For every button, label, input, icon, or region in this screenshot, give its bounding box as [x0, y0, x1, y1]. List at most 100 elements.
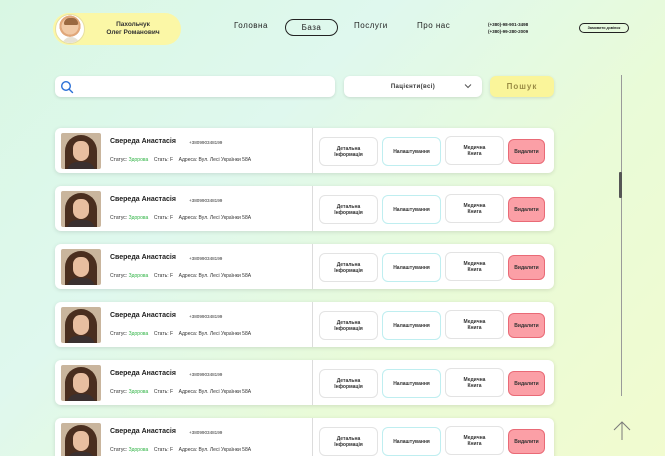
sex-label: Стать: — [153, 331, 169, 337]
address-label: Адреса: — [178, 215, 198, 221]
patient-details: Статус: Здорова Стать: F Адреса: Вул. Ле… — [110, 157, 251, 163]
patient-card: Свереда Анастасія +380990348199 Статус: … — [55, 244, 554, 289]
contact-phones: (+380)-98-901-3498 (+380)-99-280-2009 — [488, 21, 528, 35]
nav-about[interactable]: Про нас — [417, 21, 450, 30]
phone-number-2: (+380)-99-280-2009 — [488, 29, 529, 34]
patient-name: Свереда Анастасія — [110, 370, 176, 377]
patient-phone: +380990348199 — [189, 140, 223, 145]
address-value: Вул. Лесі Українки 58А — [198, 273, 252, 279]
row-divider — [312, 244, 313, 289]
patient-name: Свереда Анастасія — [110, 254, 176, 261]
patient-card: Свереда Анастасія +380990348199 Статус: … — [55, 418, 554, 456]
status-label: Статус: — [110, 273, 128, 279]
scrollbar-thumb[interactable] — [619, 172, 622, 198]
row-divider — [312, 302, 313, 347]
patient-details: Статус: Здорова Стать: F Адреса: Вул. Ле… — [110, 215, 251, 221]
medical-book-button[interactable]: Медична Книга — [445, 136, 504, 165]
patient-phone: +380990348199 — [189, 198, 223, 203]
address-value: Вул. Лесі Українки 58А — [198, 215, 252, 221]
nav-services[interactable]: Послуги — [354, 21, 388, 30]
nav-home[interactable]: Головна — [234, 21, 268, 30]
sex-value: F — [170, 389, 174, 395]
patient-photo — [61, 249, 101, 285]
address-label: Адреса: — [178, 389, 198, 395]
user-avatar — [55, 14, 85, 44]
sex-label: Стать: — [153, 447, 169, 453]
patient-card: Свереда Анастасія +380990348199 Статус: … — [55, 360, 554, 405]
medical-book-button[interactable]: Медична Книга — [445, 252, 504, 281]
medical-book-button[interactable]: Медична Книга — [445, 194, 504, 223]
status-badge: Здорова — [128, 389, 149, 395]
phone-number-1: (+380)-98-901-3498 — [488, 22, 529, 27]
delete-button[interactable]: Видалити — [508, 255, 545, 280]
patient-card: Свереда Анастасія +380990348199 Статус: … — [55, 302, 554, 347]
sex-value: F — [170, 215, 174, 221]
settings-button[interactable]: Налаштування — [382, 253, 441, 282]
address-label: Адреса: — [178, 157, 198, 163]
status-label: Статус: — [110, 215, 128, 221]
patient-details: Статус: Здорова Стать: F Адреса: Вул. Ле… — [110, 273, 251, 279]
delete-button[interactable]: Видалити — [508, 429, 545, 454]
address-label: Адреса: — [178, 331, 198, 337]
arrow-up-icon[interactable] — [612, 420, 632, 447]
medical-book-button[interactable]: Медична Книга — [445, 310, 504, 339]
settings-button[interactable]: Налаштування — [382, 195, 441, 224]
delete-button[interactable]: Видалити — [508, 197, 545, 222]
address-value: Вул. Лесі Українки 58А — [198, 389, 252, 395]
status-badge: Здорова — [128, 447, 149, 453]
settings-button[interactable]: Налаштування — [382, 369, 441, 398]
sex-value: F — [170, 447, 174, 453]
details-button[interactable]: Детальна Інформація — [319, 137, 378, 166]
details-button[interactable]: Детальна Інформація — [319, 253, 378, 282]
delete-button[interactable]: Видалити — [508, 371, 545, 396]
patient-filter-select[interactable]: Пацієнти(всі) — [344, 76, 482, 97]
patient-phone: +380990348199 — [189, 430, 223, 435]
delete-button[interactable]: Видалити — [508, 313, 545, 338]
row-divider — [312, 418, 313, 456]
sex-label: Стать: — [153, 273, 169, 279]
delete-button[interactable]: Видалити — [508, 139, 545, 164]
status-badge: Здорова — [128, 215, 149, 221]
sex-value: F — [170, 273, 174, 279]
patient-photo — [61, 365, 101, 401]
status-label: Статус: — [110, 157, 128, 163]
patient-phone: +380990348199 — [189, 372, 223, 377]
nav-base[interactable]: База — [285, 19, 338, 36]
address-label: Адреса: — [178, 273, 198, 279]
status-badge: Здорова — [128, 157, 149, 163]
patient-name: Свереда Анастасія — [110, 196, 176, 203]
details-button[interactable]: Детальна Інформація — [319, 369, 378, 398]
user-name: Пахольчук Олег Романович — [106, 21, 160, 36]
settings-button[interactable]: Налаштування — [382, 137, 441, 166]
search-button[interactable]: Пошук — [490, 76, 554, 97]
details-button[interactable]: Детальна Інформація — [319, 427, 378, 456]
request-callback-button[interactable]: Замовити дзвінок — [579, 23, 629, 33]
chevron-down-icon — [464, 82, 472, 92]
address-label: Адреса: — [178, 447, 198, 453]
sex-label: Стать: — [153, 157, 169, 163]
patient-name: Свереда Анастасія — [110, 138, 176, 145]
medical-book-button[interactable]: Медична Книга — [445, 368, 504, 397]
search-input[interactable] — [55, 76, 335, 97]
status-label: Статус: — [110, 331, 128, 337]
details-button[interactable]: Детальна Інформація — [319, 195, 378, 224]
patient-photo — [61, 423, 101, 456]
address-value: Вул. Лесі Українки 58А — [198, 157, 252, 163]
patient-card: Свереда Анастасія +380990348199 Статус: … — [55, 186, 554, 231]
settings-button[interactable]: Налаштування — [382, 427, 441, 456]
settings-button[interactable]: Налаштування — [382, 311, 441, 340]
row-divider — [312, 128, 313, 173]
details-button[interactable]: Детальна Інформація — [319, 311, 378, 340]
patient-name: Свереда Анастасія — [110, 428, 176, 435]
patient-details: Статус: Здорова Стать: F Адреса: Вул. Ле… — [110, 331, 251, 337]
user-profile-pill[interactable]: Пахольчук Олег Романович — [53, 13, 181, 45]
status-label: Статус: — [110, 389, 128, 395]
row-divider — [312, 186, 313, 231]
row-divider — [312, 360, 313, 405]
patient-name: Свереда Анастасія — [110, 312, 176, 319]
sex-value: F — [170, 331, 174, 337]
scrollbar-track[interactable] — [621, 75, 622, 396]
patient-phone: +380990348199 — [189, 256, 223, 261]
medical-book-button[interactable]: Медична Книга — [445, 426, 504, 455]
sex-label: Стать: — [153, 389, 169, 395]
